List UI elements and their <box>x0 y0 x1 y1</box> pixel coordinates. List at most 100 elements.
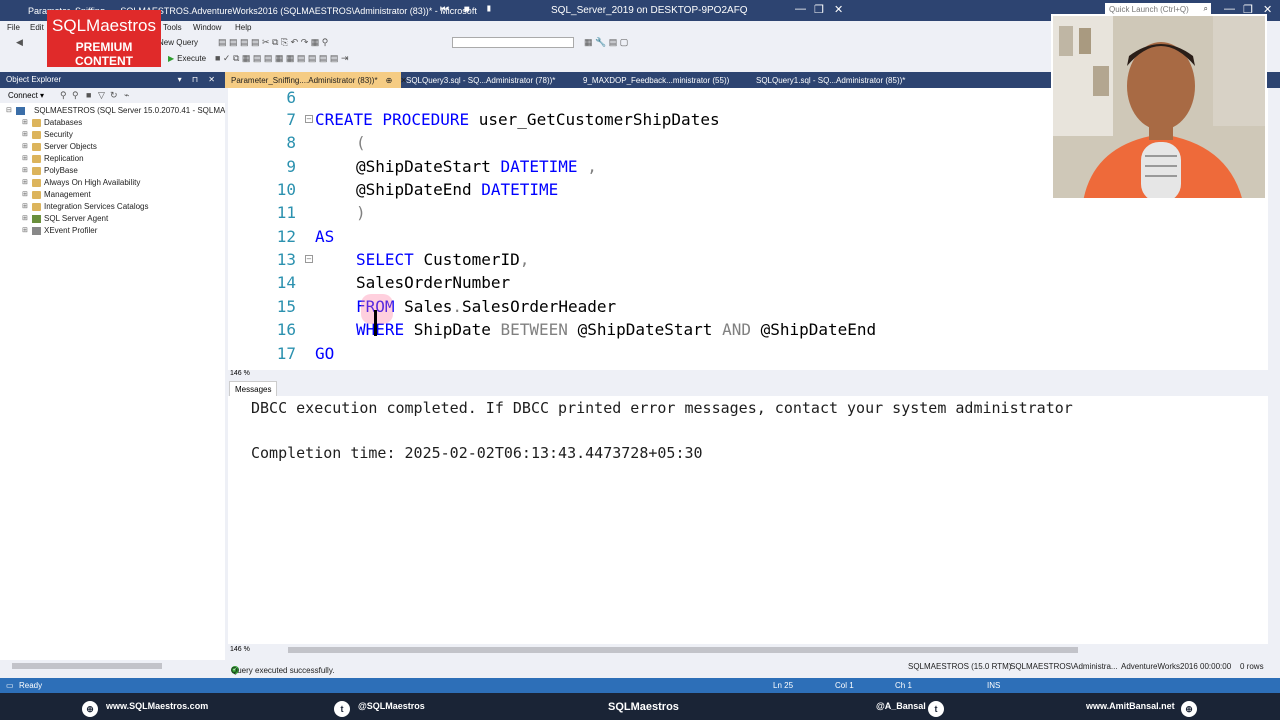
refresh-icon[interactable]: ↻ <box>110 90 118 101</box>
code-token: BETWEEN <box>500 320 578 339</box>
expand-icon[interactable]: ⊞ <box>22 154 30 162</box>
pin-icon[interactable]: ⊕ <box>386 76 393 85</box>
expand-icon[interactable]: ⊞ <box>22 202 30 210</box>
object-explorer-title: Object Explorer <box>6 75 62 84</box>
pane-pin-icons[interactable]: ▾ ⊓ ✕ <box>178 75 219 84</box>
code-token: Sales <box>404 297 453 316</box>
status-server: SQLMAESTROS (15.0 RTM) <box>908 662 1012 671</box>
ready-icon: ▭ <box>6 681 14 690</box>
tree-node-label: Databases <box>44 118 83 127</box>
expand-icon[interactable]: ⊞ <box>22 142 30 150</box>
menu-edit[interactable]: Edit <box>30 23 44 32</box>
expand-icon[interactable]: ⊞ <box>22 166 30 174</box>
footer-brand-logo: SQLMaestros <box>608 701 679 713</box>
status-ready: Ready <box>19 681 43 690</box>
search-icon: ⌕ <box>1203 4 1208 13</box>
tab-label: SQLQuery1.sql - SQ...Administrator (85))… <box>756 76 906 85</box>
agent-icon <box>32 215 41 223</box>
execute-button[interactable]: ▶ Execute <box>168 54 206 63</box>
expand-icon[interactable]: ⊞ <box>22 130 30 138</box>
expand-icon[interactable]: ⊞ <box>22 226 30 234</box>
status-ch: Ch 1 <box>895 681 912 690</box>
code-token: user_GetCustomerShipDates <box>478 110 720 129</box>
code-token: ) <box>356 203 366 222</box>
editor-zoom-bar: 146 % <box>228 370 1280 380</box>
line-number: 17 <box>276 344 296 363</box>
expand-icon[interactable]: ⊞ <box>22 214 30 222</box>
vm-restore-icon[interactable]: ❐ <box>814 3 824 16</box>
activity-icon[interactable]: ⌁ <box>124 90 129 101</box>
vm-close-icon[interactable]: ✕ <box>834 3 843 16</box>
code-token: @ShipDateStart <box>356 157 501 176</box>
tab-messages[interactable]: Messages <box>229 381 278 396</box>
connect-label: Connect <box>8 91 38 100</box>
presenter-image <box>1053 16 1265 198</box>
fold-icon[interactable]: − <box>305 255 313 263</box>
filter-icon[interactable]: ▽ <box>98 90 105 101</box>
tab-sqlquery1[interactable]: SQLQuery1.sql - SQ...Administrator (85))… <box>750 72 911 88</box>
footer-site-2: www.AmitBansal.net <box>1086 701 1175 711</box>
object-explorer-tree: ⊟ SQLMAESTROS (SQL Server 15.0.2070.41 -… <box>0 103 225 660</box>
menu-tools[interactable]: Tools <box>163 23 182 32</box>
solution-config-select[interactable] <box>452 37 574 48</box>
menu-window[interactable]: Window <box>193 23 221 32</box>
status-user: SQLMAESTROS\Administra... <box>1010 662 1118 671</box>
line-number: 15 <box>276 297 296 316</box>
tree-node-label: Always On High Availability <box>44 178 141 187</box>
tree-root-label: SQLMAESTROS (SQL Server 15.0.2070.41 - S… <box>34 106 225 115</box>
line-number: 16 <box>276 320 296 339</box>
status-rows: 0 rows <box>1240 662 1264 671</box>
scroll-thumb[interactable] <box>288 647 1078 653</box>
collapse-icon[interactable]: ⊟ <box>6 106 14 114</box>
results-vscrollbar[interactable] <box>1268 396 1280 644</box>
object-explorer-toolbar: Connect ▾ ⚲ ⚲ ■ ▽ ↻ ⌁ <box>0 88 225 103</box>
expand-icon[interactable]: ⊞ <box>22 178 30 186</box>
tree-node-label: Management <box>44 190 91 199</box>
toolbar-tools-icons[interactable]: ▦ 🔧 ▤ ▢ <box>584 37 628 48</box>
code-token: DATETIME <box>481 180 559 199</box>
back-icon[interactable]: ◀ <box>16 37 23 48</box>
globe-icon: ⊕ <box>82 701 98 717</box>
connect-icon[interactable]: ⚲ <box>60 90 67 101</box>
folder-icon <box>32 191 41 199</box>
tab-maxdop-feedback[interactable]: 9_MAXDOP_Feedback...ministrator (55)) <box>577 72 735 88</box>
editor-vscrollbar[interactable] <box>1268 88 1280 370</box>
new-query-button[interactable]: New Query <box>158 38 198 47</box>
tree-node-label: Integration Services Catalogs <box>44 202 149 211</box>
line-number: 7 <box>286 110 296 129</box>
expand-icon[interactable]: ⊞ <box>22 118 30 126</box>
xe-icon <box>32 227 41 235</box>
debug-icons-group[interactable]: ■ ✓ ⧉ ▦ ▤ ▤ ▦ ▦ ▤ ▤ ▤ ▤ ⇥ <box>215 53 348 64</box>
disconnect-icon[interactable]: ⚲ <box>72 90 79 101</box>
stop-icon[interactable]: ■ <box>86 90 91 100</box>
status-database: AdventureWorks2016 <box>1121 662 1198 671</box>
messages-pane[interactable]: DBCC execution completed. If DBCC printe… <box>228 396 1268 644</box>
status-time: 00:00:00 <box>1200 662 1232 671</box>
tree-node-label: SQL Server Agent <box>44 214 109 223</box>
menu-help[interactable]: Help <box>235 23 251 32</box>
code-token: DATETIME <box>500 157 578 176</box>
editor-zoom-select[interactable]: 146 % <box>230 370 250 377</box>
expand-icon[interactable]: ⊞ <box>22 190 30 198</box>
tab-sqlquery3[interactable]: SQLQuery3.sql - SQ...Administrator (78))… <box>400 72 561 88</box>
object-explorer-hscrollbar[interactable] <box>0 660 225 672</box>
line-number: 13 <box>276 250 296 269</box>
menu-file[interactable]: File <box>7 23 20 32</box>
results-hscrollbar[interactable]: 146 % <box>228 644 1280 656</box>
code-token: SalesOrderNumber <box>356 273 511 292</box>
code-token: GO <box>315 344 335 363</box>
connect-button[interactable]: Connect ▾ <box>8 91 44 100</box>
scroll-thumb[interactable] <box>12 663 162 669</box>
line-number: 11 <box>276 203 296 222</box>
title-toolbar-icons[interactable]: ⏮ ■ ▮ <box>440 4 499 15</box>
results-tabs: Messages <box>225 380 1280 396</box>
toolbar-icons-group[interactable]: ▤ ▤ ▤ ▤ ✂ ⧉ ⎘ ↶ ↷ ▦ ⚲ <box>218 37 328 48</box>
object-explorer-header: Object Explorer ▾ ⊓ ✕ <box>0 72 225 88</box>
vm-title: SQL_Server_2019 on DESKTOP-9PO2AFQ <box>551 5 748 16</box>
vm-minimize-icon[interactable]: — <box>795 3 806 15</box>
server-icon <box>16 107 25 115</box>
brand-name: SQLMaestros <box>52 16 156 35</box>
fold-icon[interactable]: − <box>305 115 313 123</box>
results-zoom-select[interactable]: 146 % <box>230 646 250 653</box>
tab-parameter-sniffing[interactable]: Parameter_Sniffing....Administrator (83)… <box>225 72 407 88</box>
